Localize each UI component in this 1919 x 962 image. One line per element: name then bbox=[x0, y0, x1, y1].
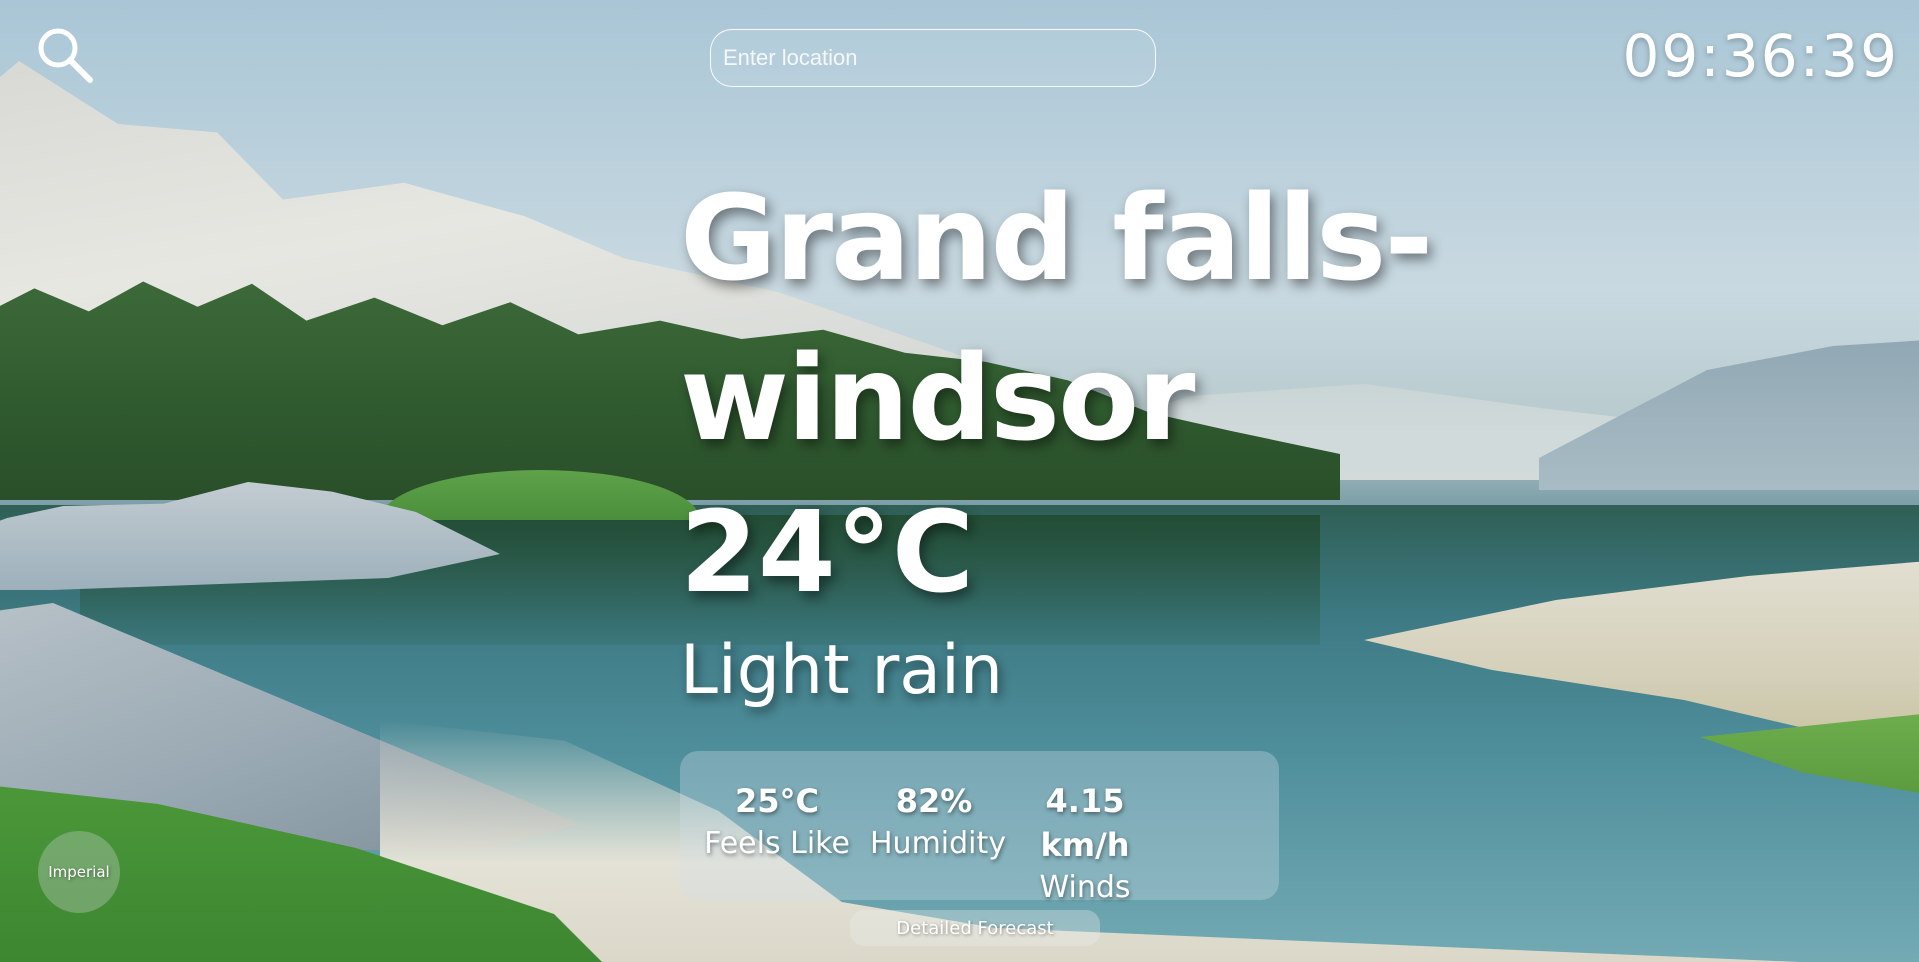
weather-condition: Light rain bbox=[680, 631, 1003, 710]
temperature: 24°C bbox=[680, 488, 975, 618]
city-name-line-2: windsor bbox=[680, 329, 1195, 467]
humidity-stat: 82% Humidity bbox=[870, 779, 1007, 865]
location-input[interactable] bbox=[710, 29, 1156, 87]
stats-panel: 25°C Feels Like 82% Humidity 4.15 km/h W… bbox=[680, 751, 1279, 905]
clock: 09:36:39 bbox=[1622, 22, 1899, 90]
humidity-value: 82% bbox=[895, 782, 973, 820]
feels-like-stat: 25°C Feels Like bbox=[700, 779, 854, 865]
blue-mountain bbox=[1539, 338, 1919, 490]
weather-app: 09:36:39 Grand falls- windsor 24°C Light… bbox=[0, 0, 1919, 962]
winds-value: 4.15 km/h bbox=[1040, 782, 1130, 864]
city-name-line-1: Grand falls- bbox=[680, 169, 1433, 307]
units-toggle-button[interactable]: Imperial bbox=[38, 831, 120, 913]
search-icon[interactable] bbox=[34, 24, 96, 86]
feels-like-label: Feels Like bbox=[704, 826, 850, 861]
search-icon-graphic bbox=[38, 28, 93, 83]
humidity-label: Humidity bbox=[870, 826, 1007, 861]
winds-stat: 4.15 km/h Winds bbox=[1012, 779, 1158, 909]
detailed-forecast-button[interactable]: Detailed Forecast bbox=[850, 910, 1100, 946]
feels-like-value: 25°C bbox=[734, 782, 819, 820]
winds-label: Winds bbox=[1039, 870, 1131, 905]
current-weather: Grand falls- windsor 24°C Light rain bbox=[680, 158, 1440, 714]
